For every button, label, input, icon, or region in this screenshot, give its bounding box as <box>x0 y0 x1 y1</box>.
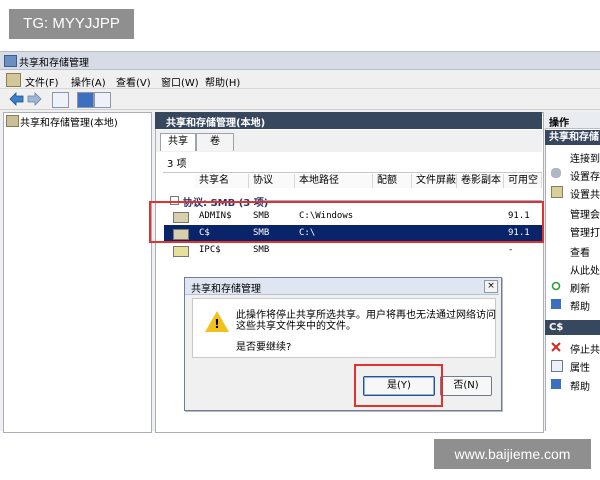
col-local-path[interactable]: 本地路径 <box>295 174 373 188</box>
item-count: 3 项 <box>167 159 187 170</box>
dialog-message: 此操作将停止共享所选共享。用户将再也无法通过网络访问 这些共享文件夹中的文件。 <box>236 310 496 332</box>
share-icon <box>173 246 189 257</box>
action-provision-share[interactable]: 设置共 <box>570 186 600 201</box>
refresh-icon <box>551 281 561 291</box>
app-icon <box>4 55 17 67</box>
console-tree <box>3 112 152 433</box>
back-arrow-icon[interactable] <box>9 92 24 106</box>
forward-arrow-icon[interactable] <box>27 92 42 106</box>
action-help-c[interactable]: 帮助 <box>570 378 590 393</box>
action-properties[interactable]: 属性 <box>570 359 590 374</box>
help-icon[interactable] <box>77 92 94 108</box>
col-protocol[interactable]: 协议 <box>249 174 295 188</box>
results-title: 共享和存储管理(本地) <box>166 118 266 129</box>
action-provision-storage[interactable]: 设置存 <box>570 168 600 183</box>
watermark-bottom: www.baijieme.com <box>434 439 591 469</box>
share-setup-icon <box>551 186 563 198</box>
dialog-title: 共享和存储管理 <box>191 284 261 295</box>
highlight-yes-box <box>354 364 443 407</box>
cell-share-name: IPC$ <box>199 245 221 255</box>
stop-share-icon <box>551 342 561 352</box>
help-icon <box>551 299 561 309</box>
action-help[interactable]: 帮助 <box>570 298 590 313</box>
warning-exclamation: ! <box>214 317 220 331</box>
cell-free: - <box>508 245 514 255</box>
title-bar: 共享和存储管理 <box>0 52 600 70</box>
col-free-space[interactable]: 可用空 <box>504 174 542 188</box>
actions-section-c[interactable]: C$ <box>545 320 600 335</box>
properties-icon <box>551 360 563 372</box>
action-stop-sharing[interactable]: 停止共 <box>570 341 600 356</box>
tab-volumes[interactable]: 卷 <box>196 133 234 151</box>
close-icon[interactable]: × <box>484 280 498 293</box>
action-manage-open-files[interactable]: 管理打 <box>570 224 600 239</box>
dialog-message-line1: 此操作将停止共享所选共享。用户将再也无法通过网络访问 <box>236 310 496 321</box>
actions-title: 操作 <box>549 118 569 129</box>
window-title: 共享和存储管理 <box>19 58 89 69</box>
col-quota[interactable]: 配额 <box>373 174 412 188</box>
menu-file[interactable]: 文件(F) <box>25 74 59 89</box>
action-view[interactable]: 查看 <box>570 244 590 259</box>
console-menu-icon[interactable] <box>6 73 21 87</box>
action-new-window[interactable]: 从此处 <box>570 262 600 277</box>
col-shadow-copy[interactable]: 卷影副本 <box>457 174 504 188</box>
menu-action[interactable]: 操作(A) <box>71 74 106 89</box>
col-file-screen[interactable]: 文件屏蔽 <box>412 174 457 188</box>
dialog-question: 是否要继续? <box>236 342 292 353</box>
menu-help[interactable]: 帮助(H) <box>205 74 240 89</box>
tab-shares[interactable]: 共享 <box>160 133 196 151</box>
show-hide-tree-icon[interactable] <box>52 92 69 108</box>
dialog-message-line2: 这些共享文件夹中的文件。 <box>236 321 356 332</box>
help-icon <box>551 379 561 389</box>
no-button[interactable]: 否(N) <box>440 376 492 396</box>
action-manage-sessions[interactable]: 管理会 <box>570 206 600 221</box>
action-refresh[interactable]: 刷新 <box>570 280 590 295</box>
cell-protocol: SMB <box>253 245 270 255</box>
menu-window[interactable]: 窗口(W) <box>161 74 199 89</box>
action-connect[interactable]: 连接到 <box>570 150 600 165</box>
share-storage-icon <box>6 115 19 127</box>
menu-view[interactable]: 查看(V) <box>116 74 151 89</box>
actions-section-share[interactable]: 共享和存储 <box>545 130 600 145</box>
properties-icon[interactable] <box>94 92 111 108</box>
highlight-rows-box <box>149 201 544 243</box>
storage-icon <box>551 168 561 178</box>
col-share-name[interactable]: 共享名 <box>195 174 249 188</box>
tree-item-share-storage[interactable]: 共享和存储管理(本地) <box>20 114 118 129</box>
watermark-top: TG: MYYJJPP <box>9 9 134 39</box>
table-row[interactable]: IPC$ SMB - <box>164 242 542 259</box>
